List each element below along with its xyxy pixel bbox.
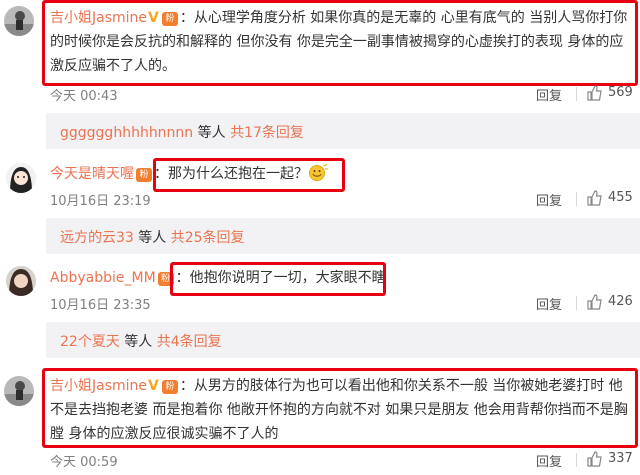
comment-separator: ： <box>154 166 168 182</box>
avatar[interactable] <box>4 376 34 406</box>
replies-summary[interactable]: 22个夏天 等人 共4条回复 <box>46 322 640 358</box>
divider <box>576 87 577 101</box>
comment-separator: ： <box>179 378 194 394</box>
smile-emoji-icon <box>309 163 328 181</box>
reply-summary-text: 等人 <box>193 125 231 141</box>
divider <box>576 192 577 206</box>
like-count: 426 <box>608 294 633 309</box>
thumb-up-icon[interactable] <box>586 85 602 101</box>
reply-count-link[interactable]: 共17条回复 <box>230 125 304 141</box>
verified-v-icon: V <box>148 378 159 394</box>
avatar[interactable] <box>4 6 34 36</box>
replies-summary[interactable]: 远方的云33 等人 共25条回复 <box>46 218 640 254</box>
fan-badge-icon: 粉 <box>161 380 178 394</box>
comment-username[interactable]: Abbyabbie_MM <box>50 270 156 286</box>
comment-text: 那为什么还抱在一起？ <box>168 166 308 182</box>
comment-body: 吉小姐JasmineV 粉：从男方的肢体行为也可以看出他和你关系不一般 当你被她老… <box>50 374 636 446</box>
fan-badge-icon: 粉 <box>161 12 178 26</box>
like-count: 337 <box>608 451 633 466</box>
avatar[interactable] <box>6 163 36 193</box>
comment-time: 10月16日 23:19 <box>50 194 151 209</box>
thumb-up-icon[interactable] <box>586 190 602 206</box>
comment-text: 他抱你说明了一切，大家眼不瞎 <box>189 270 386 286</box>
comment-username[interactable]: 今天是晴天喔 <box>50 166 134 182</box>
reply-summary-text: 等人 <box>119 334 157 350</box>
verified-v-icon: V <box>148 10 159 26</box>
comment-separator: ： <box>175 270 190 286</box>
reply-button[interactable]: 回复 <box>536 190 562 209</box>
reply-button[interactable]: 回复 <box>536 85 562 104</box>
comment-body: 吉小姐JasmineV 粉：从心理学角度分析 如果你真的是无辜的 心里有底气的 当… <box>50 6 636 78</box>
thumb-up-icon[interactable] <box>586 294 602 310</box>
divider <box>576 296 577 310</box>
comment-body: Abbyabbie_MM 粉：他抱你说明了一切，大家眼不瞎 <box>50 266 636 290</box>
like-count: 569 <box>608 85 633 100</box>
reply-user-link[interactable]: 远方的云33 <box>60 230 134 246</box>
like-count: 455 <box>608 190 633 205</box>
reply-user-link[interactable]: 22个夏天 <box>60 334 120 350</box>
thumb-up-icon[interactable] <box>586 451 602 467</box>
reply-button[interactable]: 回复 <box>536 294 562 313</box>
reply-count-link[interactable]: 共25条回复 <box>171 230 245 246</box>
reply-count-link[interactable]: 共4条回复 <box>157 334 222 350</box>
comment-time: 今天 00:59 <box>50 455 118 470</box>
divider <box>576 453 577 467</box>
replies-summary[interactable]: gggggghhhhhnnnn 等人 共17条回复 <box>46 113 640 149</box>
avatar[interactable] <box>6 266 36 296</box>
reply-button[interactable]: 回复 <box>536 451 562 470</box>
reply-summary-text: 等人 <box>133 230 171 246</box>
comment-separator: ： <box>179 10 194 26</box>
comment-username[interactable]: 吉小姐Jasmine <box>50 10 147 26</box>
reply-user-link[interactable]: gggggghhhhhnnnn <box>60 125 193 141</box>
comment-username[interactable]: 吉小姐Jasmine <box>50 378 147 394</box>
comment-time: 今天 00:43 <box>50 89 118 104</box>
fan-badge-icon: 粉 <box>157 272 174 286</box>
fan-badge-icon: 粉 <box>136 168 152 182</box>
comment-time: 10月16日 23:35 <box>50 298 151 313</box>
comment-body: 今天是晴天喔粉：那为什么还抱在一起？ <box>50 162 636 186</box>
